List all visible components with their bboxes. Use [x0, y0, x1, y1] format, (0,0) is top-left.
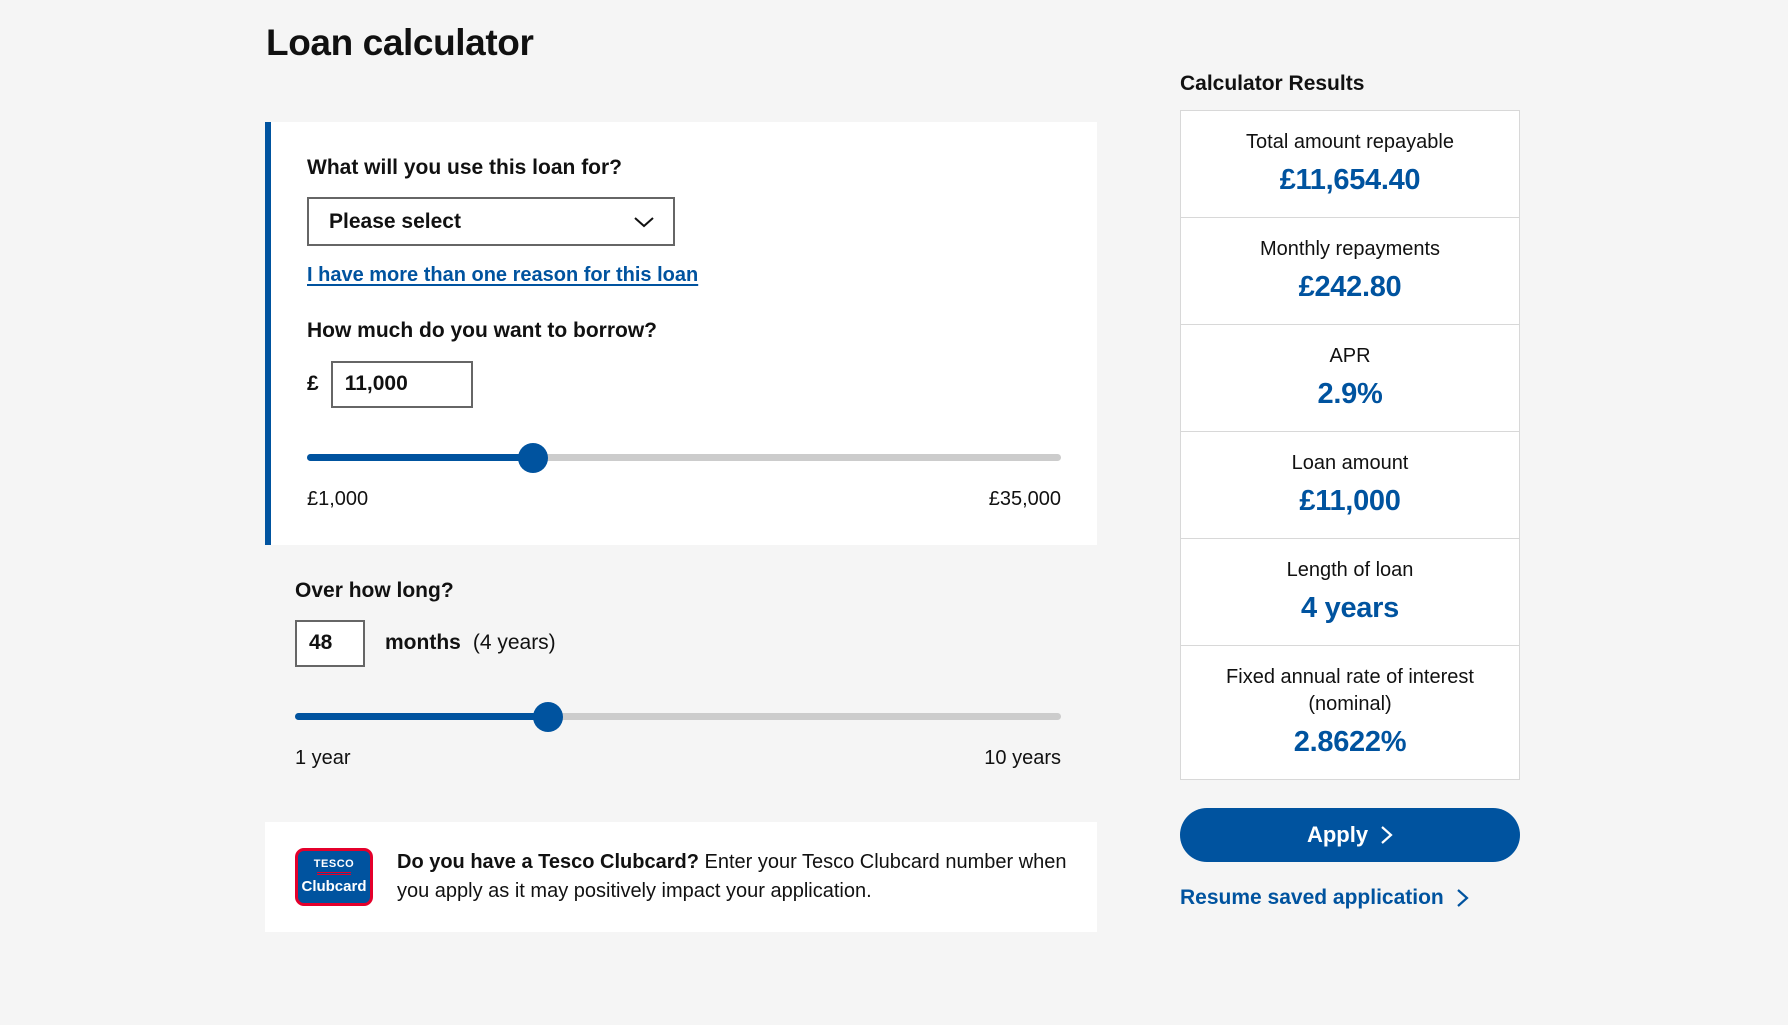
borrow-amount-min-label: £1,000 [307, 487, 369, 510]
loan-calculator-page: Loan calculator What will you use this l… [0, 0, 1788, 1025]
term-units-label: months [385, 631, 461, 655]
borrow-amount-slider-track[interactable] [307, 442, 1061, 473]
term-input-row: months (4 years) [295, 619, 1061, 667]
resume-saved-application-link[interactable]: Resume saved application [1180, 886, 1520, 910]
result-value: 2.9% [1317, 378, 1383, 410]
result-value: £11,000 [1299, 485, 1401, 517]
loan-purpose-selected-value: Please select [329, 209, 461, 233]
borrow-amount-row: £ [307, 360, 1061, 408]
result-row: Monthly repayments £242.80 [1181, 218, 1519, 325]
result-label: Monthly repayments [1259, 238, 1441, 260]
slider-fill [295, 713, 548, 721]
resume-link-label: Resume saved application [1180, 886, 1444, 909]
slider-thumb[interactable] [518, 442, 549, 473]
clubcard-banner-heading: Do you have a Tesco Clubcard? [397, 850, 699, 873]
term-years-note: (4 years) [472, 631, 556, 655]
currency-symbol: £ [307, 372, 319, 396]
slider-fill [307, 454, 534, 462]
term-max-label: 10 years [984, 746, 1061, 769]
tesco-clubcard-logo-icon: TESCO Clubcard [295, 847, 373, 906]
clubcard-logo-stripes [317, 872, 351, 877]
purpose-label: What will you use this loan for? [307, 156, 623, 179]
result-row: APR 2.9% [1181, 325, 1519, 432]
apply-button[interactable]: Apply [1180, 808, 1520, 862]
result-row: Fixed annual rate of interest (nominal) 2… [1181, 646, 1519, 779]
result-value: 2.8622% [1293, 726, 1407, 758]
apply-button-label: Apply [1306, 822, 1369, 847]
calculator-results-column: Calculator Results Total amount repayabl… [1180, 72, 1520, 910]
term-label: Over how long? [295, 578, 454, 602]
loan-purpose-select[interactable]: Please select [307, 197, 675, 247]
result-row: Loan amount £11,000 [1181, 432, 1519, 539]
page-title: Loan calculator [266, 22, 534, 63]
loan-term-slider[interactable]: 1 year 10 years [295, 701, 1061, 770]
term-min-label: 1 year [295, 746, 351, 769]
result-label: APR [1329, 345, 1371, 367]
result-value: 4 years [1301, 592, 1399, 624]
chevron-right-icon [1457, 889, 1469, 907]
result-row: Length of loan 4 years [1181, 539, 1519, 646]
loan-term-section: Over how long? months (4 years) 1 year 1… [265, 577, 1097, 770]
result-label: Length of loan [1286, 559, 1414, 581]
results-table: Total amount repayable £11,654.40 Monthly … [1180, 110, 1520, 780]
borrow-amount-max-label: £35,000 [988, 487, 1061, 510]
result-label: Loan amount [1291, 452, 1409, 474]
chevron-down-icon [634, 217, 654, 228]
clubcard-logo-bottom-text: Clubcard [301, 878, 367, 896]
loan-term-slider-track[interactable] [295, 701, 1061, 732]
slider-thumb[interactable] [532, 701, 563, 732]
result-row: Total amount repayable £11,654.40 [1181, 111, 1519, 218]
term-months-input[interactable] [295, 619, 365, 667]
result-label: Total amount repayable [1246, 131, 1454, 153]
result-label: Fixed annual rate of interest (nominal) [1226, 666, 1474, 715]
multiple-reasons-link[interactable]: I have more than one reason for this loa… [307, 264, 698, 287]
clubcard-logo-top-text: TESCO [313, 858, 355, 871]
result-value: £242.80 [1298, 271, 1402, 303]
clubcard-banner-text: Do you have a Tesco Clubcard? Enter your… [397, 848, 1067, 906]
loan-term-slider-bounds: 1 year 10 years [295, 747, 1061, 770]
chevron-right-icon [1381, 826, 1393, 844]
borrow-amount-input[interactable] [330, 360, 473, 408]
borrow-amount-label: How much do you want to borrow? [307, 319, 657, 343]
calculator-form-column: What will you use this loan for? Please … [265, 122, 1097, 932]
borrow-amount-slider-bounds: £1,000 £35,000 [307, 488, 1061, 511]
borrow-amount-slider[interactable]: £1,000 £35,000 [307, 442, 1061, 511]
results-heading: Calculator Results [1180, 72, 1365, 95]
clubcard-banner: TESCO Clubcard Do you have a Tesco Clubc… [265, 821, 1097, 932]
loan-details-card: What will you use this loan for? Please … [265, 122, 1097, 545]
result-value: £11,654.40 [1279, 164, 1421, 196]
